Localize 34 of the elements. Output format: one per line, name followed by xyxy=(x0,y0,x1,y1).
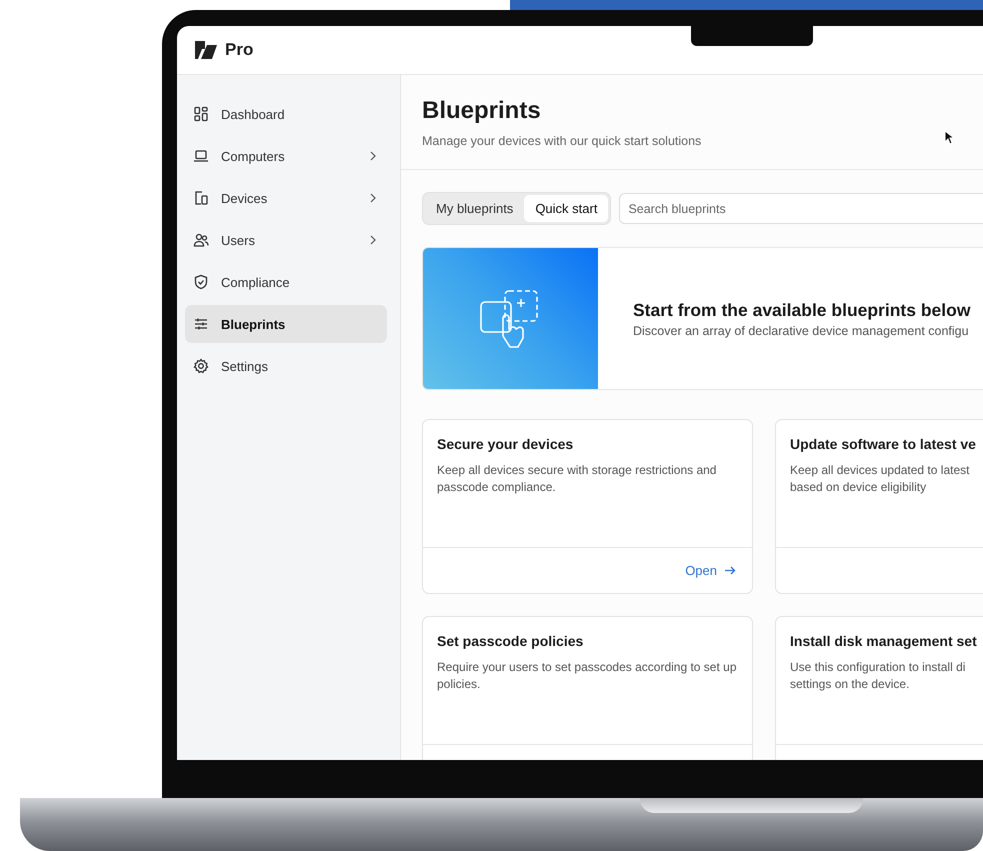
sidebar-item[interactable]: Settings xyxy=(185,347,387,385)
logo-icon xyxy=(195,41,217,59)
banner-title: Start from the available blueprints below xyxy=(633,300,970,320)
card-title: Update software to latest ve xyxy=(790,436,977,452)
sidebar-item[interactable]: Users xyxy=(185,221,387,259)
page-title: Blueprints xyxy=(422,97,542,125)
laptop-icon xyxy=(193,148,209,164)
mouse-pointer-icon xyxy=(944,130,954,145)
sidebar-item[interactable]: Compliance xyxy=(185,263,387,301)
gear-icon xyxy=(193,358,209,374)
sidebar-item[interactable]: Computers xyxy=(185,137,387,175)
search-field[interactable]: Search blueprints xyxy=(619,193,983,224)
card-description: Keep all devices secure with storage restrictions and passcode compliance. xyxy=(437,462,718,496)
card-title: Set passcode policies xyxy=(437,633,584,649)
sidebar-item[interactable]: Blueprints xyxy=(185,305,387,343)
tab[interactable]: Quick start xyxy=(524,195,608,222)
page-subtitle: Manage your devices with our quick start solutions xyxy=(422,134,702,148)
card-title: Secure your devices xyxy=(437,436,574,452)
card-description: Use this configuration to install di settings on the device. xyxy=(790,659,966,693)
card-title: Install disk management set xyxy=(790,633,977,649)
arrow-right-icon xyxy=(725,566,736,575)
card-description: Keep all devices updated to latest based on device eligibility xyxy=(790,462,970,496)
app-name: Pro xyxy=(225,40,254,60)
shield-icon xyxy=(193,274,209,290)
sidebar-item[interactable]: Dashboard xyxy=(185,95,387,133)
sidebar-item[interactable]: Devices xyxy=(185,179,387,217)
tab[interactable]: My blueprints xyxy=(425,195,524,222)
open-link[interactable]: Open xyxy=(685,563,736,578)
banner-text: Discover an array of declarative device management configu xyxy=(633,324,970,338)
users-icon xyxy=(193,232,209,248)
card-description: Require your users to set passcodes according to set up policies. xyxy=(437,659,738,693)
grid-icon xyxy=(193,106,209,122)
sliders-icon xyxy=(193,316,209,332)
devices-icon xyxy=(193,190,209,206)
